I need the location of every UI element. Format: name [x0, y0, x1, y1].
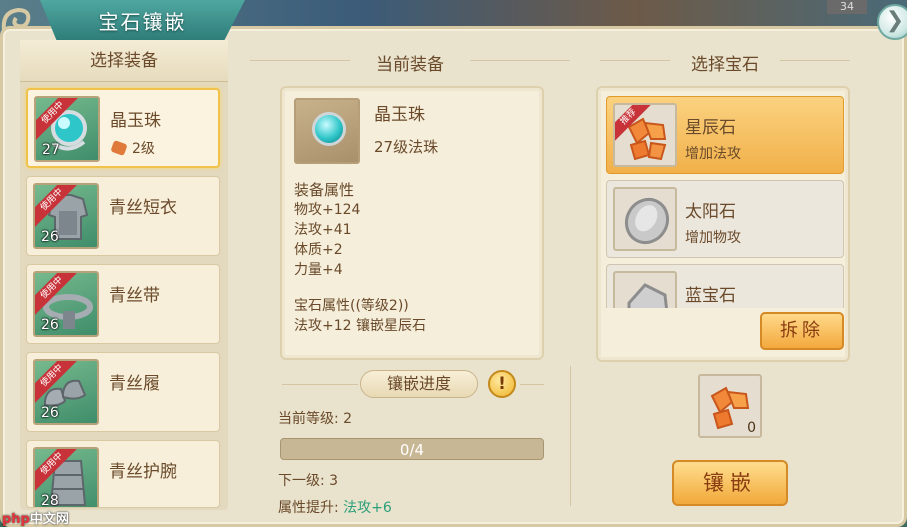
gem-level-text: 2级: [132, 141, 155, 157]
item-level: 26: [41, 229, 59, 245]
column-divider: [570, 366, 571, 506]
attribute-boost: 属性提升: 法攻+6: [278, 497, 392, 517]
item-level: 26: [41, 405, 59, 421]
belt-icon: 使用中 26: [33, 271, 99, 337]
gem-item[interactable]: 太阳石 增加物攻: [606, 180, 844, 258]
item-name: 青丝履: [109, 374, 160, 394]
gem-desc: 增加物攻: [685, 230, 741, 246]
boost-value: 法攻+6: [343, 500, 392, 516]
gem-name: 太阳石: [685, 202, 736, 222]
watermark-text: 中文网: [29, 512, 69, 527]
inlay-progress-button[interactable]: 镶嵌进度: [360, 370, 478, 398]
armor-icon: 使用中 26: [33, 183, 99, 249]
window-title-tab: 宝石镶嵌: [40, 0, 245, 40]
attr-header: 装备属性: [294, 181, 355, 199]
equipment-list-header: 选择装备: [20, 40, 228, 82]
next-level-text: 下一级: 3: [278, 473, 339, 489]
window-title: 宝石镶嵌: [98, 10, 187, 34]
top-badge: 34: [827, 0, 867, 14]
equipment-item[interactable]: 使用中 28 青丝护腕: [26, 440, 220, 508]
gem-desc: 增加法攻: [685, 146, 741, 162]
gem-item[interactable]: 推荐 星辰石 增加法攻: [606, 96, 844, 174]
shoes-icon: 使用中 26: [33, 359, 99, 425]
equipment-attributes: 装备属性 物攻+124 法攻+41 体质+2 力量+4: [294, 180, 360, 280]
attr-line: 力量+4: [294, 262, 343, 278]
orb-gem-shape: [312, 112, 346, 146]
inlay-button[interactable]: 镶嵌: [672, 460, 788, 506]
item-level: 27: [42, 142, 60, 158]
watermark: php中文网: [2, 508, 69, 527]
gray-gem-graphic: [627, 283, 668, 308]
boost-label: 属性提升:: [278, 500, 344, 516]
equipment-name: 晶玉珠: [374, 105, 425, 125]
item-level: 26: [41, 317, 59, 333]
equipment-list-panel: 选择装备 使用中 27 晶玉珠 2级 使用中 26 青丝短衣 使用中 26 青丝…: [20, 40, 228, 510]
orb-icon: 使用中 27: [34, 96, 100, 162]
gem-name: 蓝宝石: [685, 286, 736, 306]
equipment-item[interactable]: 使用中 27 晶玉珠 2级: [26, 88, 220, 168]
star-stone-icon: 推荐: [613, 103, 677, 167]
equipment-item[interactable]: 使用中 26 青丝短衣: [26, 176, 220, 256]
watermark-prefix: php: [2, 512, 30, 527]
sapphire-icon: [613, 271, 677, 308]
progress-divider: [282, 384, 358, 385]
attr-line: 物攻+124: [294, 202, 361, 218]
current-equipment-header: 当前装备: [376, 55, 444, 75]
select-gem-header: 选择宝石: [691, 55, 759, 75]
progress-divider: [520, 384, 544, 385]
gem-count: 0: [747, 420, 756, 436]
remove-button[interactable]: 拆除: [760, 312, 844, 350]
current-level-text: 当前等级: 2: [278, 411, 353, 427]
attr-line: 体质+2: [294, 242, 343, 258]
equipment-item[interactable]: 使用中 26 青丝带: [26, 264, 220, 344]
equipment-type: 27级法珠: [374, 138, 439, 156]
gem-attr-line: 法攻+12 镶嵌星辰石: [294, 318, 426, 334]
gem-item[interactable]: 蓝宝石: [606, 264, 844, 308]
item-name: 青丝带: [109, 286, 160, 306]
gem-slot: 0: [698, 374, 762, 438]
current-equipment-card: 晶玉珠 27级法珠 装备属性 物攻+124 法攻+41 体质+2 力量+4 宝石…: [280, 86, 544, 360]
gem-name: 星辰石: [685, 118, 736, 138]
gem-mini-icon: [110, 139, 128, 157]
item-level: 28: [41, 493, 59, 508]
attr-line: 法攻+41: [294, 222, 352, 238]
close-button[interactable]: ❯: [877, 4, 907, 40]
gem-attr-header: 宝石属性((等级2)): [294, 298, 409, 314]
orb-icon: [294, 98, 360, 164]
progress-bar: 0/4: [280, 438, 544, 460]
info-exclamation-icon[interactable]: !: [488, 370, 516, 398]
bracer-icon: 使用中 28: [33, 447, 99, 508]
gem-list[interactable]: 推荐 星辰石 增加法攻 太阳石 增加物攻 蓝宝石: [606, 96, 844, 308]
equipment-item[interactable]: 使用中 26 青丝履: [26, 352, 220, 432]
cloud-swirl-icon: [1, 7, 31, 31]
item-name: 青丝短衣: [109, 198, 177, 218]
sun-stone-icon: [613, 187, 677, 251]
item-name: 青丝护腕: [109, 462, 177, 482]
gem-attributes: 宝石属性((等级2)) 法攻+12 镶嵌星辰石: [294, 296, 426, 336]
item-name: 晶玉珠: [110, 111, 161, 131]
progress-bar-label: 0/4: [399, 441, 425, 459]
gem-level: 2级: [110, 138, 155, 158]
gray-gem-graphic: [624, 197, 670, 245]
